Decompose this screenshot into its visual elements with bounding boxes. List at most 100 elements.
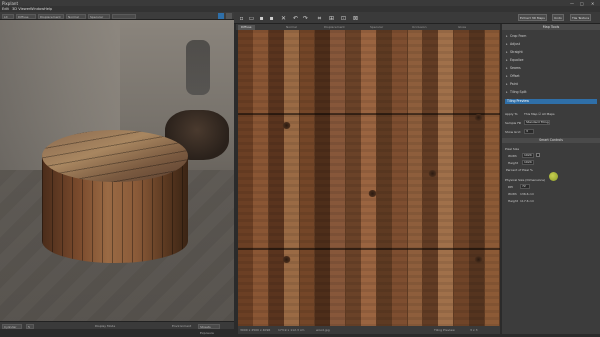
section-label: Straight xyxy=(510,50,523,54)
tiling-preview-item[interactable]: Tiling Preview xyxy=(505,99,597,104)
section-offset[interactable]: ▸ Offset xyxy=(506,74,520,78)
pixel-width-field[interactable]: 1024 xyxy=(522,153,534,158)
wood-plank xyxy=(253,30,269,326)
crop-icon[interactable]: ⌗ xyxy=(316,15,323,22)
window-title: Pixplant xyxy=(2,0,19,6)
open-icon[interactable]: ▭ xyxy=(248,15,255,22)
section-equalize[interactable]: ▸ Equalize xyxy=(506,58,523,62)
panel-title: Map Tools xyxy=(502,24,600,30)
physical-size-label: Physical Size (Dimensions) xyxy=(505,178,546,182)
split-view-button[interactable] xyxy=(226,13,232,19)
cursor-position: 173.9 x 112.3 cm xyxy=(278,327,305,332)
tiling-preview-select[interactable]: 3 x 3 xyxy=(470,328,478,332)
wood-knot xyxy=(474,256,483,263)
section-crop-from[interactable]: ▸ Crop From xyxy=(506,34,526,38)
section-adjust[interactable]: ▸ Adjust xyxy=(506,42,520,46)
displacement-dropdown[interactable]: Displacement xyxy=(38,13,64,19)
close-button[interactable]: ✕ xyxy=(591,1,594,6)
menu-help[interactable]: Help xyxy=(44,7,52,11)
dpi-field[interactable]: 72 xyxy=(520,184,530,189)
section-label: Seams xyxy=(510,66,521,70)
extra-dropdown[interactable] xyxy=(112,13,136,19)
save-all-icon[interactable]: ▪ xyxy=(268,15,275,22)
section-label: Paint xyxy=(510,82,518,86)
apply-to-value[interactable]: This Map ☑ All Maps xyxy=(524,112,555,116)
tiling-preview-label: Tiling Preview xyxy=(434,327,455,332)
close-file-icon[interactable]: ✕ xyxy=(280,15,287,22)
save-icon[interactable]: ▪ xyxy=(258,15,265,22)
show-grid-label: Show Grid xyxy=(505,130,521,134)
model-select[interactable]: Cylinder xyxy=(2,323,22,329)
section-label: Adjust xyxy=(510,42,520,46)
background-figure xyxy=(186,40,210,95)
sample-fill-select[interactable]: Standard Tiling xyxy=(524,120,550,125)
show-grid-field[interactable]: 3 xyxy=(524,129,534,134)
cylinder-model-top[interactable] xyxy=(42,130,188,182)
map-tools-panel: Map Tools ▸ Crop From ▸ Adjust ▸ Straight ▸… xyxy=(502,24,600,334)
normal-dropdown[interactable]: Normal xyxy=(66,13,86,19)
wood-knot xyxy=(428,170,437,177)
texture-size: 3000 x 2500 x 4096 xyxy=(240,327,271,332)
viewport-toolbar: Lit Diffuse Displacement Normal Specular xyxy=(0,12,234,20)
main-toolbar: ▫ ▭ ▪ ▪ ✕ ↶ ↷ ⌗ ⊞ ⊡ ⊠ xyxy=(234,12,502,24)
section-paint[interactable]: ▸ Paint xyxy=(506,82,518,86)
section-label: Offset xyxy=(510,74,520,78)
physical-width-label: Width xyxy=(508,192,517,196)
texture-canvas[interactable] xyxy=(238,30,500,326)
3d-viewport[interactable] xyxy=(0,20,234,321)
view-mode-button[interactable] xyxy=(218,13,224,19)
tile-texture-button[interactable]: Tile Texture xyxy=(570,14,592,21)
exposure-label: Exposure xyxy=(200,331,214,335)
minimize-button[interactable]: — xyxy=(570,1,574,6)
tile-icon[interactable]: ⊞ xyxy=(328,15,335,22)
seam-icon[interactable]: ⊡ xyxy=(340,15,347,22)
wood-knot xyxy=(368,190,377,197)
menu-edit[interactable]: Edit xyxy=(2,7,9,11)
wood-plank xyxy=(392,30,407,326)
physical-width-value[interactable]: 136.6 cm xyxy=(520,192,534,196)
wood-plank xyxy=(315,30,330,326)
pixel-size-label: Pixel Size xyxy=(505,147,520,151)
menu-window[interactable]: Window xyxy=(30,7,44,11)
wood-plank xyxy=(238,30,253,326)
undo-icon[interactable]: ↶ xyxy=(292,15,299,22)
section-label: Crop From xyxy=(510,34,527,38)
sample-fill-label: Sample Fill xyxy=(505,121,522,125)
pixel-height-field[interactable]: 1024 xyxy=(522,160,534,165)
menu-3d-viewer[interactable]: 3D Viewer xyxy=(12,7,30,11)
diffuse-dropdown[interactable]: Diffuse xyxy=(16,13,36,19)
undo-button[interactable]: Undo xyxy=(552,14,564,21)
section-label: Equalize xyxy=(510,58,524,62)
environment-label: Environment xyxy=(172,323,192,328)
physical-height-label: Height xyxy=(508,199,518,203)
environment-select[interactable]: Streets xyxy=(198,323,220,329)
wood-knot xyxy=(474,114,483,121)
smart-controls-header: Smart Controls xyxy=(502,138,600,143)
physical-height-value[interactable]: 117.6 cm xyxy=(520,199,534,203)
wood-plank xyxy=(284,30,300,326)
zoom-field[interactable]: 5 xyxy=(26,323,34,329)
pixel-width-label: Width xyxy=(508,154,517,158)
tile-seam-horizontal-2 xyxy=(238,248,500,250)
texture-status-bar: 3000 x 2500 x 4096 173.9 x 112.3 cm wood… xyxy=(238,326,500,334)
size-dial-knob[interactable] xyxy=(549,172,558,181)
wood-plank xyxy=(484,30,500,326)
link-icon[interactable] xyxy=(536,153,540,157)
maximize-button[interactable]: □ xyxy=(580,1,584,6)
section-straight[interactable]: ▸ Straight xyxy=(506,50,523,54)
new-icon[interactable]: ▫ xyxy=(238,15,245,22)
wood-knot xyxy=(282,256,291,263)
wood-plank xyxy=(438,30,454,326)
tile-seam-horizontal-1 xyxy=(238,113,500,115)
lit-dropdown[interactable]: Lit xyxy=(2,13,14,19)
redo-icon[interactable]: ↷ xyxy=(302,15,309,22)
wood-plank xyxy=(345,30,361,326)
grid-icon[interactable]: ⊠ xyxy=(352,15,359,22)
wood-knot xyxy=(282,122,291,129)
section-seams[interactable]: ▸ Seams xyxy=(506,66,521,70)
section-tiling-split[interactable]: ▸ Tiling Split xyxy=(506,90,527,94)
right-toolbar: Extract 3D Maps Undo Tile Texture xyxy=(502,12,600,24)
extract-3d-maps-button[interactable]: Extract 3D Maps xyxy=(518,14,547,21)
specular-dropdown[interactable]: Specular xyxy=(88,13,110,19)
wood-plank xyxy=(407,30,423,326)
